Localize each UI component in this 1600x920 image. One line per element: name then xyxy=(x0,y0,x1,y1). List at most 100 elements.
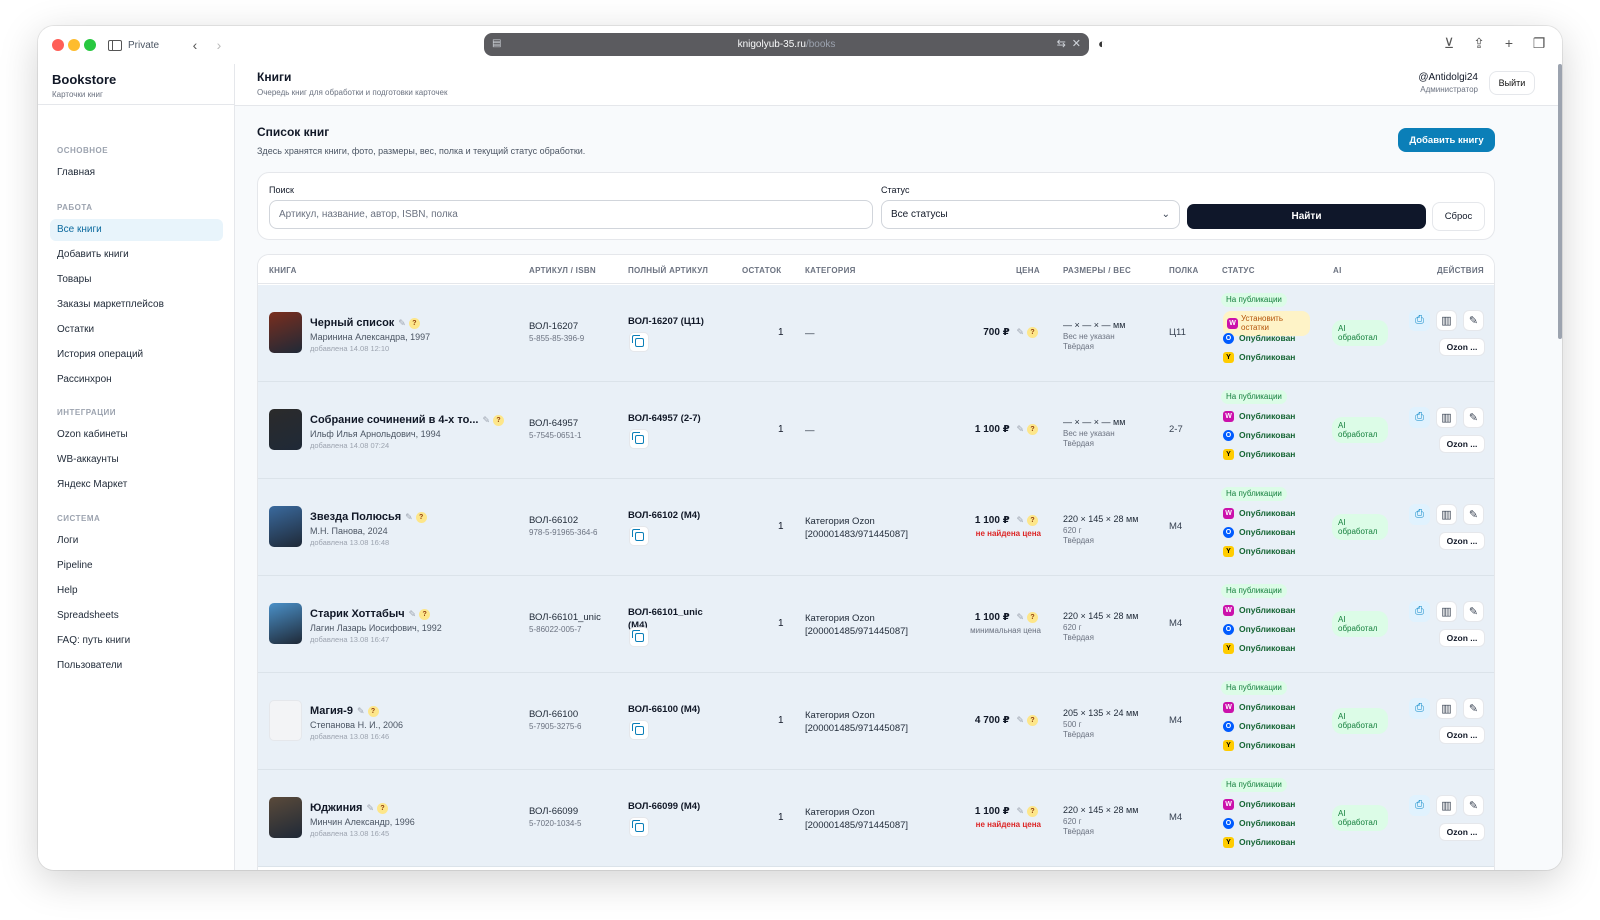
price[interactable]: 1 100 ₽ ✎? xyxy=(975,515,1038,526)
sidebar-item-spreadsheets[interactable]: Spreadsheets xyxy=(50,605,223,627)
sidebar-item-history[interactable]: История операций xyxy=(50,344,223,366)
print-label-button[interactable]: ⎙ xyxy=(1409,310,1430,331)
open-book-button[interactable]: ▥ xyxy=(1436,601,1457,622)
sidebar-item-marketplace-orders[interactable]: Заказы маркетплейсов xyxy=(50,294,223,316)
private-tab-indicator[interactable]: Private xyxy=(108,35,159,55)
book-title[interactable]: Юджиния ✎? xyxy=(310,802,388,814)
copy-sku-button[interactable] xyxy=(629,526,649,546)
price-help-icon[interactable]: ? xyxy=(1027,424,1038,435)
sidebar-item-home[interactable]: Главная xyxy=(50,162,223,184)
ozon-action-button[interactable]: Ozon ... xyxy=(1439,532,1485,550)
sidebar-item-desync[interactable]: Рассинхрон xyxy=(50,369,223,391)
find-button[interactable]: Найти xyxy=(1187,204,1426,229)
open-book-button[interactable]: ▥ xyxy=(1436,310,1457,331)
logout-button[interactable]: Выйти xyxy=(1489,71,1535,95)
book-title[interactable]: Собрание сочинений в 4-х то... ✎? xyxy=(310,414,505,426)
ozon-action-button[interactable]: Ozon ... xyxy=(1439,629,1485,647)
edit-book-button[interactable]: ✎ xyxy=(1463,504,1484,525)
book-cover[interactable] xyxy=(269,603,302,644)
print-label-button[interactable]: ⎙ xyxy=(1409,504,1430,525)
share-icon[interactable]: ⇪ xyxy=(1470,35,1488,52)
edit-book-button[interactable]: ✎ xyxy=(1463,601,1484,622)
sidebar-item-products[interactable]: Товары xyxy=(50,269,223,291)
edit-price-icon[interactable]: ✎ xyxy=(1016,806,1024,816)
back-icon[interactable]: ‹ xyxy=(184,35,206,55)
status-select[interactable]: Все статусы ⌄ xyxy=(881,200,1180,229)
edit-price-icon[interactable]: ✎ xyxy=(1016,424,1024,434)
edit-book-button[interactable]: ✎ xyxy=(1463,407,1484,428)
open-book-button[interactable]: ▥ xyxy=(1436,795,1457,816)
sidebar-item-add-books[interactable]: Добавить книги xyxy=(50,244,223,266)
price[interactable]: 1 100 ₽ ✎? xyxy=(975,424,1038,435)
sidebar-item-stock[interactable]: Остатки xyxy=(50,319,223,341)
help-icon[interactable]: ? xyxy=(377,803,388,814)
book-title[interactable]: Звезда Полюсья ✎? xyxy=(310,511,427,523)
sidebar-item-ozon[interactable]: Ozon кабинеты xyxy=(50,424,223,446)
book-cover[interactable] xyxy=(269,312,302,353)
edit-pencil-icon[interactable]: ✎ xyxy=(482,415,490,425)
edit-book-button[interactable]: ✎ xyxy=(1463,698,1484,719)
print-label-button[interactable]: ⎙ xyxy=(1409,698,1430,719)
help-icon[interactable]: ? xyxy=(419,609,431,620)
edit-book-button[interactable]: ✎ xyxy=(1463,795,1484,816)
scrollbar[interactable] xyxy=(1558,64,1562,339)
shield-icon[interactable]: ◐ xyxy=(1098,36,1106,51)
edit-price-icon[interactable]: ✎ xyxy=(1016,327,1024,337)
sidebar-item-users[interactable]: Пользователи xyxy=(50,655,223,677)
edit-price-icon[interactable]: ✎ xyxy=(1016,612,1024,622)
price-help-icon[interactable]: ? xyxy=(1027,715,1038,726)
print-label-button[interactable]: ⎙ xyxy=(1409,795,1430,816)
help-icon[interactable]: ? xyxy=(367,706,379,717)
price[interactable]: 4 700 ₽ ✎? xyxy=(975,715,1038,726)
price-help-icon[interactable]: ? xyxy=(1027,806,1038,817)
price-help-icon[interactable]: ? xyxy=(1027,327,1038,338)
sidebar-item-yandex[interactable]: Яндекс Маркет xyxy=(50,474,223,496)
edit-book-button[interactable]: ✎ xyxy=(1463,310,1484,331)
open-book-button[interactable]: ▥ xyxy=(1436,407,1457,428)
print-label-button[interactable]: ⎙ xyxy=(1409,601,1430,622)
price[interactable]: 1 100 ₽ ✎? xyxy=(975,612,1038,623)
page-settings-icon[interactable]: ▤ xyxy=(492,38,501,49)
book-title[interactable]: Старик Хоттабыч ✎? xyxy=(310,608,431,620)
edit-pencil-icon[interactable]: ✎ xyxy=(398,318,406,328)
tabs-overview-icon[interactable]: ❐ xyxy=(1530,35,1548,52)
help-icon[interactable]: ? xyxy=(415,512,427,523)
edit-pencil-icon[interactable]: ✎ xyxy=(405,512,413,522)
edit-pencil-icon[interactable]: ✎ xyxy=(409,609,417,619)
help-icon[interactable]: ? xyxy=(493,415,505,426)
forward-icon[interactable]: › xyxy=(208,35,230,55)
sidebar-item-help[interactable]: Help xyxy=(50,580,223,602)
print-label-button[interactable]: ⎙ xyxy=(1409,407,1430,428)
close-window-button[interactable] xyxy=(52,39,64,51)
sidebar-item-pipeline[interactable]: Pipeline xyxy=(50,555,223,577)
price-help-icon[interactable]: ? xyxy=(1027,612,1038,623)
translate-icon[interactable]: ⇆ xyxy=(1057,37,1066,50)
minimize-window-button[interactable] xyxy=(68,39,80,51)
edit-pencil-icon[interactable]: ✎ xyxy=(366,803,374,813)
ozon-action-button[interactable]: Ozon ... xyxy=(1439,338,1485,356)
copy-sku-button[interactable] xyxy=(629,332,649,352)
price[interactable]: 700 ₽ ✎? xyxy=(983,327,1038,338)
clear-url-icon[interactable]: ✕ xyxy=(1072,37,1081,50)
ozon-action-button[interactable]: Ozon ... xyxy=(1439,435,1485,453)
edit-price-icon[interactable]: ✎ xyxy=(1016,715,1024,725)
ozon-action-button[interactable]: Ozon ... xyxy=(1439,726,1485,744)
new-tab-icon[interactable]: + xyxy=(1500,35,1518,52)
copy-sku-button[interactable] xyxy=(629,817,649,837)
ozon-action-button[interactable]: Ozon ... xyxy=(1439,823,1485,841)
copy-sku-button[interactable] xyxy=(629,429,649,449)
book-cover[interactable] xyxy=(269,409,302,450)
help-icon[interactable]: ? xyxy=(408,318,420,329)
book-title[interactable]: Черный список ✎? xyxy=(310,317,420,329)
edit-price-icon[interactable]: ✎ xyxy=(1016,515,1024,525)
sidebar-item-wb[interactable]: WB-аккаунты xyxy=(50,449,223,471)
book-cover[interactable] xyxy=(269,506,302,547)
sidebar-item-faq[interactable]: FAQ: путь книги xyxy=(50,630,223,652)
address-bar[interactable]: ▤ knigolyub-35.ru/books ⇆ ✕ xyxy=(484,33,1089,56)
price-help-icon[interactable]: ? xyxy=(1027,515,1038,526)
reset-button[interactable]: Сброс xyxy=(1432,202,1485,231)
book-cover[interactable] xyxy=(269,700,302,741)
book-cover[interactable] xyxy=(269,797,302,838)
open-book-button[interactable]: ▥ xyxy=(1436,504,1457,525)
book-title[interactable]: Магия-9 ✎? xyxy=(310,705,379,717)
